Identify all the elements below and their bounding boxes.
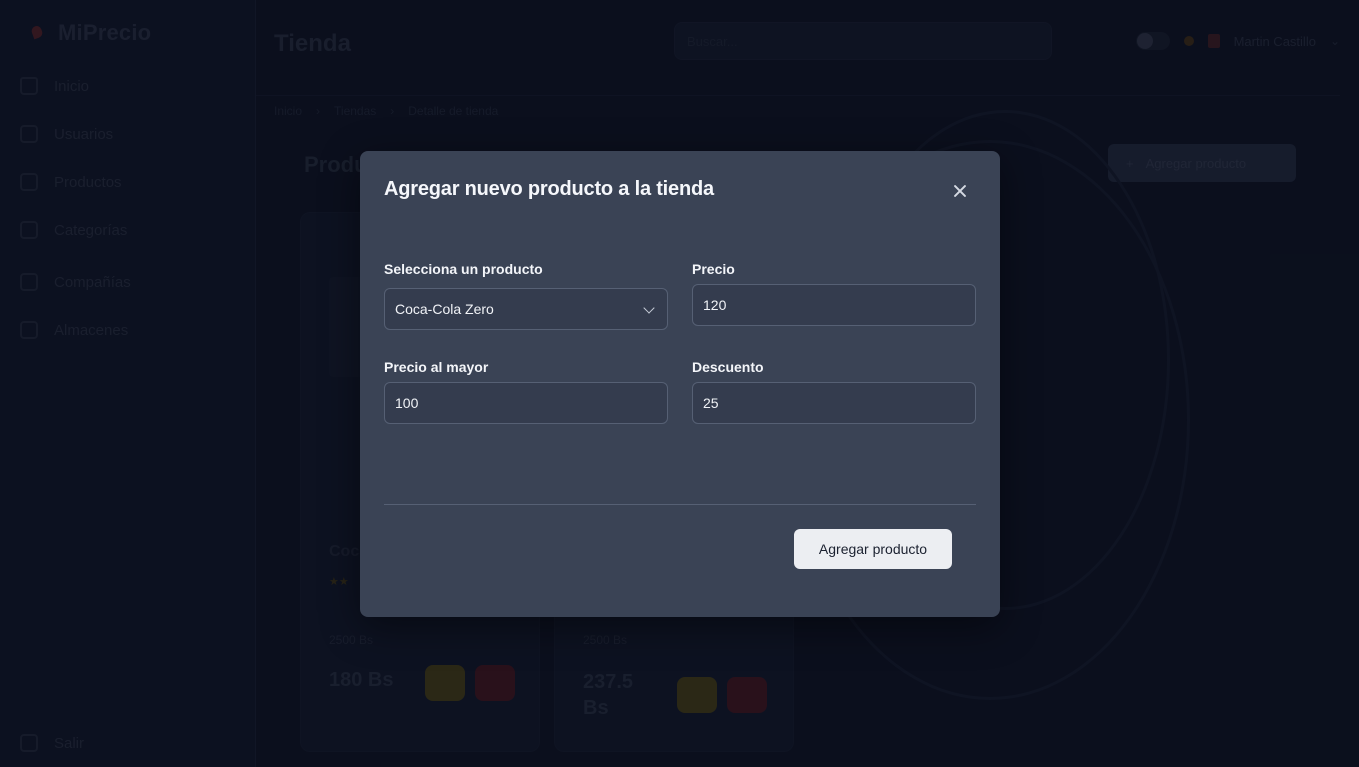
close-icon[interactable]: [950, 181, 970, 201]
modal-title: Agregar nuevo producto a la tienda: [384, 178, 714, 200]
price-input[interactable]: 120: [692, 284, 976, 326]
chevron-down-icon: [643, 302, 655, 314]
submit-button[interactable]: Agregar producto: [794, 529, 952, 569]
discount-input[interactable]: 25: [692, 382, 976, 424]
product-select[interactable]: Coca-Cola Zero: [384, 288, 668, 330]
wholesale-price-label: Precio al mayor: [384, 359, 489, 375]
modal-divider: [384, 504, 976, 505]
add-product-modal: Agregar nuevo producto a la tienda Selec…: [360, 151, 1000, 617]
product-select-value: Coca-Cola Zero: [395, 301, 494, 317]
price-label: Precio: [692, 261, 735, 277]
discount-label: Descuento: [692, 359, 764, 375]
product-select-label: Selecciona un producto: [384, 261, 543, 277]
wholesale-price-input[interactable]: 100: [384, 382, 668, 424]
